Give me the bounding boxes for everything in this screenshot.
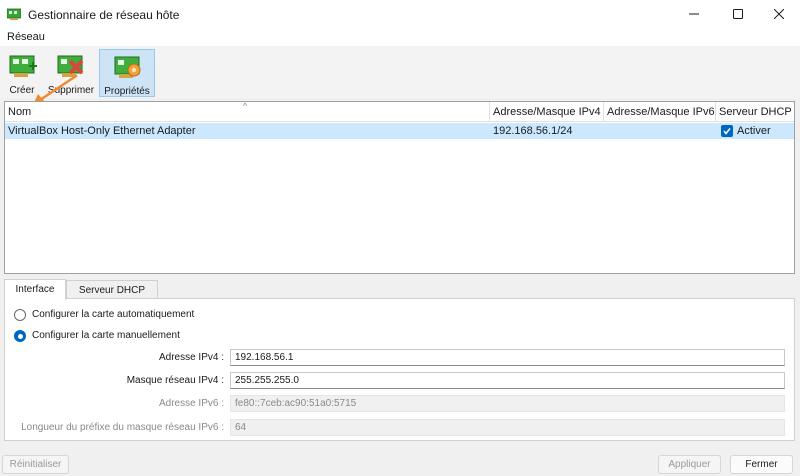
column-header-dhcp[interactable]: Serveur DHCP (716, 102, 794, 122)
table-row[interactable]: VirtualBox Host-Only Ethernet Adapter 19… (5, 123, 794, 139)
title-bar: Gestionnaire de réseau hôte (0, 0, 800, 28)
menu-reseau[interactable]: Réseau (7, 31, 45, 43)
adapter-ipv4: 192.168.56.1/24 (493, 125, 573, 137)
ipv4-mask-label: Masque réseau IPv4 : (126, 375, 224, 386)
radio-manual-config-label: Configurer la carte manuellement (32, 330, 180, 341)
ipv6-address-label: Adresse IPv6 : (158, 398, 224, 409)
adapter-table: Nom ^ Adresse/Masque IPv4 Adresse/Masque… (4, 101, 795, 274)
column-header-nom[interactable]: Nom ^ (5, 101, 490, 122)
column-header-ipv6[interactable]: Adresse/Masque IPv6 (604, 102, 716, 122)
toolbar: Créer Supprimer Propriétés (0, 46, 800, 105)
dhcp-enable-checkbox[interactable] (721, 125, 733, 137)
properties-label: Propriétés (104, 86, 150, 97)
minimize-button[interactable] (675, 0, 713, 28)
ipv6-prefix-field[interactable]: 64 (230, 419, 785, 436)
network-card-settings-icon (114, 56, 141, 78)
close-button[interactable] (760, 0, 798, 28)
maximize-icon (733, 9, 743, 19)
sort-ascending-icon: ^ (243, 101, 248, 111)
ipv4-mask-field[interactable]: 255.255.255.0 (230, 372, 785, 389)
radio-auto-config-label: Configurer la carte automatiquement (32, 309, 195, 320)
column-header-ipv4[interactable]: Adresse/Masque IPv4 (490, 102, 604, 122)
properties-button[interactable]: Propriétés (99, 49, 155, 97)
dhcp-enable-label: Activer (737, 125, 771, 137)
tab-bar: Interface Serveur DHCP (4, 279, 795, 300)
tab-dhcp-server[interactable]: Serveur DHCP (66, 280, 158, 298)
ipv6-address-field[interactable]: fe80::7ceb:ac90:51a0:5715 (230, 395, 785, 412)
interface-panel: Configurer la carte automatiquement Conf… (4, 298, 795, 441)
minimize-icon (689, 13, 699, 15)
tab-interface[interactable]: Interface (4, 279, 66, 300)
menu-bar: Réseau (0, 28, 800, 46)
ipv4-address-field[interactable]: 192.168.56.1 (230, 349, 785, 366)
network-app-icon (7, 8, 21, 20)
close-icon (774, 9, 784, 19)
adapter-name: VirtualBox Host-Only Ethernet Adapter (8, 125, 196, 137)
maximize-button[interactable] (719, 0, 757, 28)
ipv6-prefix-label: Longueur du préfixe du masque réseau IPv… (21, 422, 224, 433)
reset-button[interactable]: Réinitialiser (2, 455, 69, 474)
radio-auto-config[interactable] (14, 309, 26, 321)
ipv4-address-label: Adresse IPv4 : (158, 352, 224, 363)
apply-button[interactable]: Appliquer (658, 455, 721, 474)
checkmark-icon (723, 128, 731, 135)
radio-manual-config[interactable] (14, 330, 26, 342)
close-dialog-button[interactable]: Fermer (730, 455, 793, 474)
window-title: Gestionnaire de réseau hôte (28, 8, 180, 22)
